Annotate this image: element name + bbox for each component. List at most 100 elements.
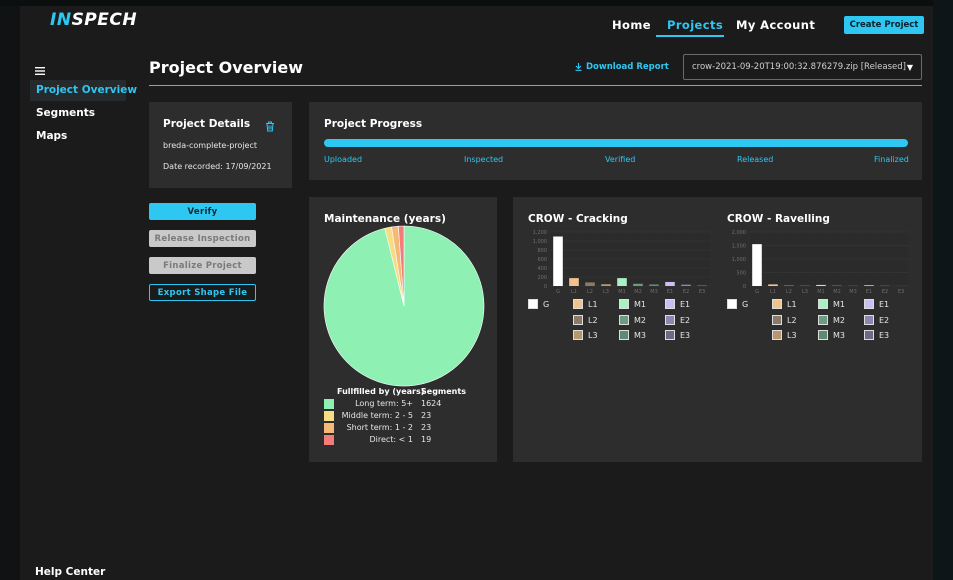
- legend-label-m2: M2: [833, 315, 845, 325]
- legend-swatch-e2: [864, 314, 874, 325]
- verify-button[interactable]: Verify: [149, 203, 256, 220]
- legend-label-l2: L2: [787, 315, 797, 325]
- x-tick-label: E2: [882, 289, 888, 295]
- title-divider: [149, 85, 922, 86]
- bar-g: [553, 236, 563, 286]
- bar-l2: [585, 282, 595, 286]
- trash-icon[interactable]: [265, 117, 275, 136]
- chevron-down-icon: ▼: [906, 63, 913, 72]
- legend-header-segments: Segments: [421, 387, 466, 396]
- legend-label-m3: M3: [833, 331, 845, 340]
- nav-my-account[interactable]: My Account: [736, 18, 815, 32]
- y-tick-label: 600: [537, 257, 547, 263]
- x-tick-label: M3: [849, 289, 857, 295]
- legend-swatch-g: [528, 299, 538, 309]
- x-tick-label: L3: [802, 289, 808, 295]
- help-center-link[interactable]: Help Center: [35, 566, 105, 578]
- legend-swatch-l3: [772, 330, 782, 340]
- y-tick-label: 800: [537, 248, 547, 254]
- x-tick-label: E3: [699, 289, 705, 295]
- legend-value-short: 23: [421, 423, 432, 432]
- x-tick-label: L2: [587, 289, 593, 295]
- legend-swatch-m3: [619, 330, 629, 340]
- bar-e1: [665, 281, 675, 286]
- y-tick-label: 500: [736, 271, 746, 277]
- legend-label-l1: L1: [588, 300, 598, 309]
- bar-g: [752, 244, 762, 286]
- y-tick-label: 200: [537, 275, 547, 281]
- sidebar-item-segments[interactable]: Segments: [36, 107, 95, 119]
- legend-label-l1: L1: [787, 300, 797, 309]
- x-tick-label: M1: [817, 289, 825, 295]
- screen-edge-right: [933, 0, 953, 580]
- crow-cracking-title: CROW - Cracking: [528, 213, 628, 225]
- legend-label-l2: L2: [588, 315, 598, 325]
- legend-label-e1: E1: [680, 300, 691, 309]
- sidebar-item-project-overview[interactable]: Project Overview: [36, 84, 137, 96]
- nav-active-indicator: [656, 35, 724, 37]
- nav-home[interactable]: Home: [612, 18, 651, 32]
- app-logo[interactable]: INSPECH: [50, 10, 137, 30]
- y-tick-label: 400: [537, 266, 547, 272]
- page-title: Project Overview: [149, 58, 303, 77]
- bar-m3: [649, 284, 659, 286]
- stage-finalized: Finalized: [874, 155, 909, 164]
- download-report-label: Download Report: [586, 62, 669, 72]
- bar-l1: [768, 284, 778, 286]
- dataset-select-value: crow-2021-09-20T19:00:32.876279.zip [Rel…: [692, 62, 906, 72]
- legend-label-e1: E1: [879, 300, 890, 309]
- legend-value-long: 1624: [421, 399, 442, 408]
- bar-e3: [697, 285, 707, 286]
- legend-label-l3: L3: [787, 331, 797, 340]
- stage-verified: Verified: [605, 155, 636, 164]
- legend-swatch-m3: [818, 330, 828, 340]
- release-inspection-button[interactable]: Release Inspection: [149, 230, 256, 247]
- menu-icon[interactable]: [35, 60, 45, 79]
- sidebar-item-maps[interactable]: Maps: [36, 130, 67, 142]
- legend-label-m1: M1: [833, 300, 845, 309]
- date-recorded: Date recorded: 17/09/2021: [163, 162, 272, 171]
- legend-label-e3: E3: [879, 331, 890, 340]
- legend-label-direct: Direct: < 1: [369, 435, 413, 444]
- legend-label-g: G: [742, 300, 749, 309]
- y-tick-label: 0: [544, 284, 547, 290]
- download-icon: [575, 63, 582, 71]
- legend-swatch-m2: [619, 314, 629, 325]
- legend-swatch-e3: [665, 330, 675, 340]
- legend-swatch-e2: [665, 314, 675, 325]
- bar-m1: [617, 278, 627, 286]
- stage-released: Released: [737, 155, 774, 164]
- bar-m2: [633, 283, 643, 286]
- bar-m1: [816, 284, 826, 286]
- legend-header-fulfilled: Fullfilled by (years): [337, 387, 425, 396]
- x-tick-label: E1: [667, 289, 673, 295]
- legend-swatch-short: [324, 423, 334, 433]
- dataset-select[interactable]: crow-2021-09-20T19:00:32.876279.zip [Rel…: [683, 54, 922, 80]
- legend-label-g: G: [543, 300, 550, 309]
- legend-label-e2: E2: [680, 315, 691, 325]
- y-tick-label: 2,000: [732, 230, 746, 236]
- download-report-link[interactable]: Download Report: [575, 62, 669, 72]
- x-tick-label: G: [556, 289, 560, 295]
- legend-swatch-l1: [772, 299, 782, 309]
- bar-l1: [569, 278, 579, 286]
- y-tick-label: 0: [743, 284, 746, 290]
- x-tick-label: E3: [898, 289, 904, 295]
- finalize-project-button[interactable]: Finalize Project: [149, 257, 256, 274]
- create-project-button[interactable]: Create Project: [844, 16, 924, 34]
- project-name: breda-complete-project: [163, 141, 257, 150]
- nav-projects[interactable]: Projects: [667, 18, 723, 32]
- legend-swatch-e3: [864, 330, 874, 340]
- legend-swatch-l3: [573, 330, 583, 340]
- project-details-title: Project Details: [163, 118, 251, 130]
- export-shape-file-button[interactable]: Export Shape File: [149, 284, 256, 301]
- crow-ravelling-title: CROW - Ravelling: [727, 213, 830, 225]
- y-tick-label: 1,000: [732, 257, 746, 263]
- legend-swatch-e1: [665, 299, 675, 309]
- legend-label-l3: L3: [588, 331, 598, 340]
- legend-label-m3: M3: [634, 331, 646, 340]
- legend-swatch-m2: [818, 314, 828, 325]
- legend-label-e3: E3: [680, 331, 691, 340]
- legend-label-e2: E2: [879, 315, 890, 325]
- x-tick-label: M3: [650, 289, 658, 295]
